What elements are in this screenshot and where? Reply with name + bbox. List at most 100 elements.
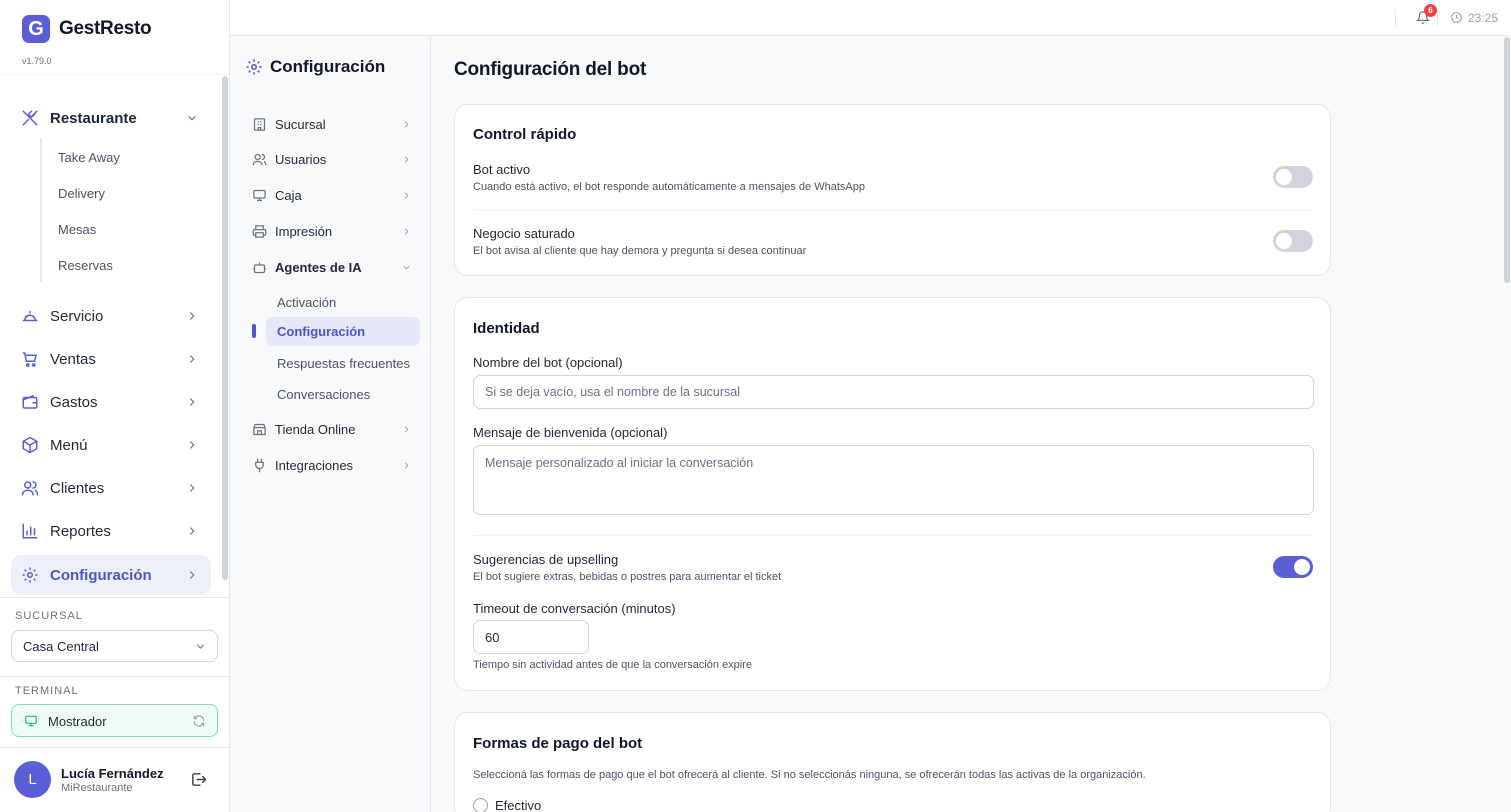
- branch-select[interactable]: Casa Central: [11, 630, 218, 662]
- bot-active-toggle[interactable]: [1273, 166, 1313, 188]
- bot-name-label: Nombre del bot (opcional): [473, 355, 623, 370]
- config-item-agentes-ia[interactable]: Agentes de IA: [252, 258, 412, 278]
- sidebar-item-label: Ventas: [50, 350, 96, 368]
- toggle-knob: [1294, 559, 1310, 575]
- config-item-label: Caja: [275, 188, 302, 203]
- app-name: GestResto: [59, 18, 152, 39]
- config-item-label: Tienda Online: [275, 422, 356, 437]
- config-title: Configuración: [270, 57, 386, 76]
- sidebar-item-ventas[interactable]: Ventas: [11, 339, 211, 379]
- user-org: MiRestaurante: [61, 782, 133, 794]
- config-item-label: Sucursal: [275, 117, 326, 132]
- chevron-right-icon: [404, 462, 409, 469]
- refresh-icon[interactable]: [192, 714, 206, 728]
- config-sidebar: Configuración Sucursal Usuarios Caja Imp…: [230, 36, 431, 812]
- sidebar-subitem-take-away[interactable]: Take Away: [58, 150, 120, 165]
- avatar[interactable]: L: [14, 761, 51, 798]
- saturated-toggle[interactable]: [1273, 230, 1313, 252]
- upselling-desc: El bot sugiere extras, bebidas o postres…: [473, 571, 782, 583]
- identity-card: Identidad Nombre del bot (opcional) Mens…: [454, 297, 1331, 691]
- config-item-integraciones[interactable]: Integraciones: [252, 456, 412, 476]
- sidebar-item-configuracion[interactable]: Configuración: [11, 555, 211, 595]
- sidebar-subitem-mesas[interactable]: Mesas: [58, 222, 96, 237]
- config-subitem-respuestas[interactable]: Respuestas frecuentes: [277, 356, 410, 371]
- sidebar-scrollbar[interactable]: [222, 76, 228, 580]
- sidebar-item-menu[interactable]: Menú: [11, 425, 211, 465]
- bot-icon: [253, 262, 266, 274]
- sidebar-item-label: Restaurante: [50, 109, 137, 127]
- cart-icon: [22, 352, 37, 367]
- main-sidebar: G GestResto v1.79.0 Restaurante Take Awa…: [0, 0, 230, 812]
- timeout-hint: Tiempo sin actividad antes de que la con…: [473, 659, 753, 671]
- chevron-right-icon: [404, 156, 409, 163]
- notification-badge: 6: [1424, 4, 1437, 17]
- timeout-label: Timeout de conversación (minutos): [473, 601, 676, 616]
- config-item-sucursal[interactable]: Sucursal: [252, 115, 412, 135]
- upselling-toggle[interactable]: [1273, 556, 1313, 578]
- chevron-right-icon: [404, 192, 409, 199]
- sidebar-item-clientes[interactable]: Clientes: [11, 468, 211, 508]
- clock-icon: [1451, 12, 1462, 23]
- saturated-desc: El bot avisa al cliente que hay demora y…: [473, 245, 807, 257]
- logout-icon[interactable]: [190, 771, 207, 788]
- sidebar-subitem-reservas[interactable]: Reservas: [58, 258, 113, 273]
- sidebar-item-restaurante[interactable]: Restaurante: [11, 98, 211, 138]
- payment-radio-efectivo[interactable]: [473, 798, 488, 812]
- sidebar-divider: [0, 676, 229, 677]
- chevron-right-icon: [189, 398, 195, 406]
- saturated-label: Negocio saturado: [473, 226, 575, 241]
- terminal-selector[interactable]: Mostrador: [11, 704, 218, 737]
- store-icon: [253, 423, 266, 436]
- config-subitem-activacion[interactable]: Activación: [277, 295, 336, 310]
- card-divider: [473, 535, 1313, 536]
- terminal-label: TERMINAL: [15, 685, 79, 697]
- chevron-down-icon: [403, 265, 410, 270]
- users-icon: [252, 153, 267, 166]
- config-subitem-conversaciones[interactable]: Conversaciones: [277, 387, 370, 402]
- sidebar-item-reportes[interactable]: Reportes: [11, 511, 211, 551]
- monitor-icon: [25, 715, 37, 727]
- topbar-divider: [1395, 9, 1396, 26]
- config-item-tienda-online[interactable]: Tienda Online: [252, 420, 412, 440]
- app-version: v1.79.0: [22, 56, 52, 66]
- payment-option-label: Efectivo: [495, 798, 542, 812]
- main-scrollbar[interactable]: [1504, 37, 1510, 283]
- config-item-impresion[interactable]: Impresión: [252, 222, 412, 242]
- chevron-right-icon: [189, 312, 195, 320]
- chevron-right-icon: [404, 121, 409, 128]
- gear-icon: [246, 59, 262, 75]
- sidebar-item-label: Gastos: [50, 393, 98, 411]
- subnav-line: [40, 138, 42, 282]
- config-subitem-label: Configuración: [277, 324, 366, 339]
- chevron-right-icon: [189, 484, 195, 492]
- config-item-caja[interactable]: Caja: [252, 186, 412, 206]
- config-item-usuarios[interactable]: Usuarios: [252, 150, 412, 170]
- toggle-knob: [1276, 169, 1292, 185]
- chevron-right-icon: [189, 441, 195, 449]
- brand[interactable]: G GestResto: [22, 15, 152, 43]
- gear-icon: [22, 567, 38, 583]
- app-logo: G: [22, 15, 50, 43]
- chevron-right-icon: [404, 228, 409, 235]
- chevron-down-icon: [188, 115, 196, 121]
- upselling-label: Sugerencias de upselling: [473, 552, 619, 567]
- welcome-label: Mensaje de bienvenida (opcional): [473, 425, 668, 440]
- building-icon: [253, 118, 266, 131]
- bot-name-input[interactable]: [473, 375, 1314, 409]
- chevron-down-icon: [196, 644, 205, 649]
- welcome-textarea[interactable]: [473, 445, 1314, 515]
- utensils-icon: [22, 110, 38, 126]
- timeout-input[interactable]: [473, 620, 589, 654]
- branch-label: SUCURSAL: [15, 610, 83, 622]
- config-item-label: Integraciones: [275, 458, 354, 473]
- top-bar: 6 23:25: [230, 0, 1511, 36]
- chevron-right-icon: [189, 355, 195, 363]
- sidebar-item-label: Menú: [50, 436, 88, 454]
- sidebar-item-gastos[interactable]: Gastos: [11, 382, 211, 422]
- sidebar-item-servicio[interactable]: Servicio: [11, 296, 211, 336]
- terminal-value: Mostrador: [48, 714, 107, 729]
- card-divider: [473, 209, 1313, 210]
- sidebar-subitem-delivery[interactable]: Delivery: [58, 186, 105, 201]
- wallet-icon: [22, 394, 38, 409]
- payments-desc: Seleccioná las formas de pago que el bot…: [473, 769, 1146, 781]
